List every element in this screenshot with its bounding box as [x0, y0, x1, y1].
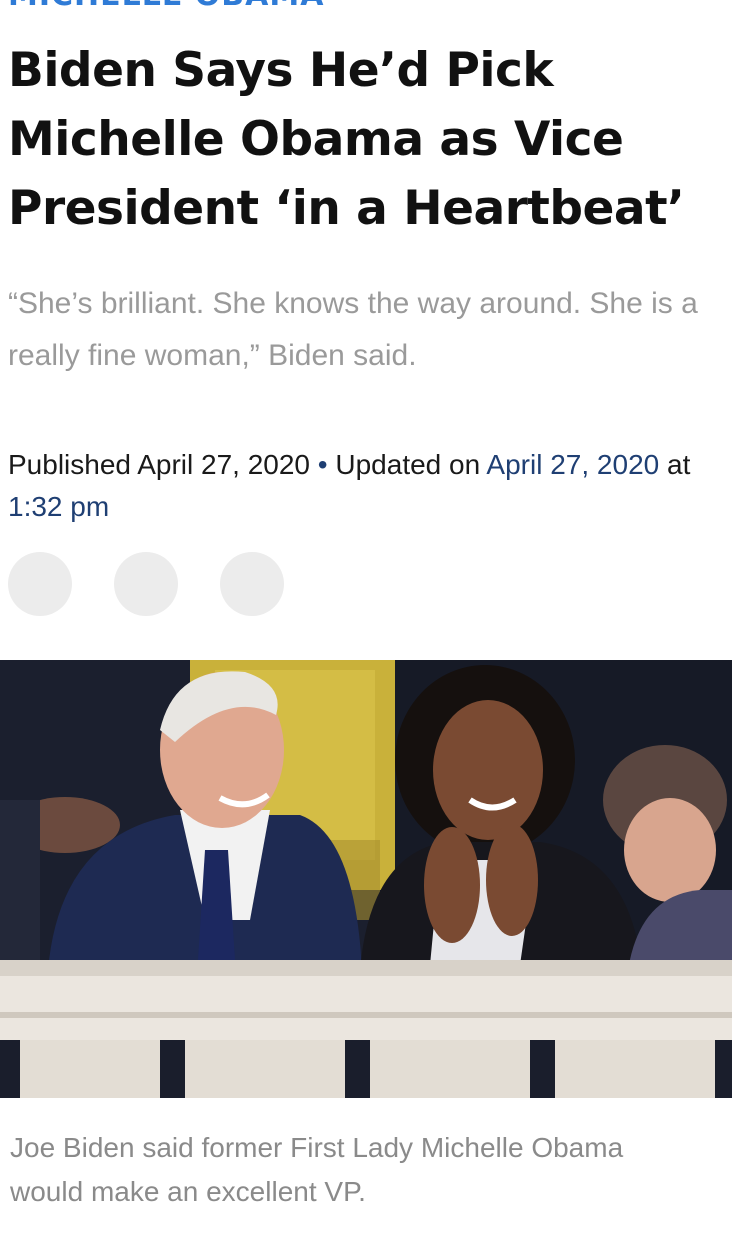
published-date: April 27, 2020 — [137, 449, 311, 480]
updated-date-link[interactable]: April 27, 2020 — [486, 449, 659, 480]
byline: Published April 27, 2020 • Updated on Ap… — [8, 444, 708, 528]
article-photo — [0, 660, 732, 1098]
photo-caption: Joe Biden said former First Lady Michell… — [10, 1132, 624, 1207]
share-button-1[interactable] — [8, 552, 72, 616]
share-buttons — [8, 552, 284, 616]
share-button-3[interactable] — [220, 552, 284, 616]
updated-label: Updated on — [335, 449, 481, 480]
share-button-2[interactable] — [114, 552, 178, 616]
published-label: Published — [8, 449, 131, 480]
updated-time-link[interactable]: 1:32 pm — [8, 491, 109, 522]
article-dek: “She’s brilliant. She knows the way arou… — [8, 287, 698, 372]
article-headline: Biden Says He’d Pick Michelle Obama as V… — [8, 43, 685, 236]
section-kicker[interactable]: Michelle Obama — [8, 0, 324, 13]
byline-separator: • — [317, 449, 328, 480]
at-label: at — [667, 449, 691, 480]
